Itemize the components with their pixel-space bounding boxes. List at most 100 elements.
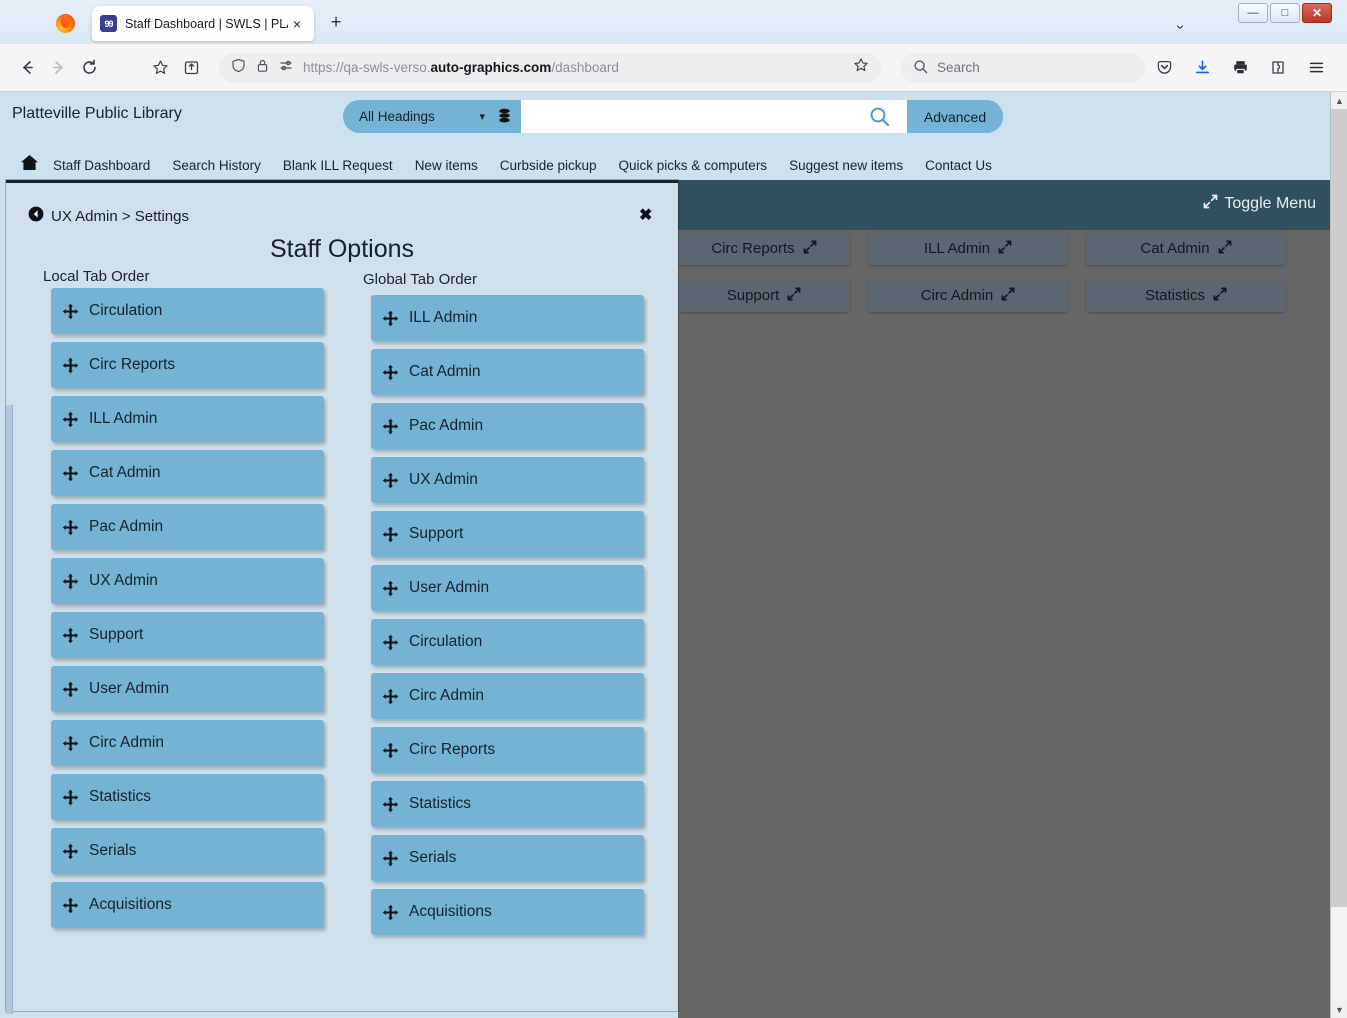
extensions-icon[interactable] xyxy=(1263,53,1293,83)
forward-arrow-icon[interactable] xyxy=(47,53,70,83)
drag-move-handle-icon[interactable] xyxy=(51,465,89,482)
home-icon[interactable] xyxy=(20,153,39,177)
drag-move-handle-icon[interactable] xyxy=(371,634,409,651)
drag-move-handle-icon[interactable] xyxy=(51,789,89,806)
dashboard-tab-button[interactable]: Support xyxy=(678,279,850,312)
url-bar[interactable]: https://qa-swls-verso.auto-graphics.com/… xyxy=(218,52,881,83)
local-tab-order-item[interactable]: Support xyxy=(51,612,324,658)
local-tab-order-item[interactable]: Acquisitions xyxy=(51,882,324,928)
dashboard-tab-button[interactable]: Cat Admin xyxy=(1086,232,1286,265)
drag-move-handle-icon[interactable] xyxy=(371,580,409,597)
print-icon[interactable] xyxy=(1225,53,1255,83)
global-tab-order-item[interactable]: Support xyxy=(371,511,644,557)
global-tab-order-item[interactable]: Pac Admin xyxy=(371,403,644,449)
dashboard-tab-button[interactable]: Circ Reports xyxy=(678,232,850,265)
database-icon[interactable] xyxy=(493,108,515,125)
window-close-button[interactable]: ✕ xyxy=(1302,3,1332,23)
drag-move-handle-icon[interactable] xyxy=(51,411,89,428)
bookmark-star-icon[interactable] xyxy=(149,53,172,83)
global-tab-order-item[interactable]: Cat Admin xyxy=(371,349,644,395)
shield-icon[interactable] xyxy=(231,58,246,78)
page-vertical-scrollbar[interactable]: ▲ ▼ xyxy=(1330,92,1347,1018)
drag-move-handle-icon[interactable] xyxy=(371,850,409,867)
nav-link-blank-ill-request[interactable]: Blank ILL Request xyxy=(283,158,393,173)
drag-move-handle-icon[interactable] xyxy=(51,573,89,590)
back-circle-icon[interactable] xyxy=(28,206,44,226)
local-tab-order-item[interactable]: UX Admin xyxy=(51,558,324,604)
global-tab-order-item[interactable]: Circ Admin xyxy=(371,673,644,719)
scroll-down-arrow-icon[interactable]: ▼ xyxy=(1331,1001,1347,1018)
local-tab-order-item[interactable]: Circ Admin xyxy=(51,720,324,766)
local-tab-order-item[interactable]: Circulation xyxy=(51,288,324,334)
local-tab-order-item[interactable]: Cat Admin xyxy=(51,450,324,496)
tab-close-icon[interactable]: × xyxy=(288,15,306,33)
global-tab-order-item[interactable]: ILL Admin xyxy=(371,295,644,341)
browser-search-field[interactable]: Search xyxy=(900,52,1145,83)
local-tab-order-item[interactable]: Circ Reports xyxy=(51,342,324,388)
tracking-protection-icon[interactable] xyxy=(279,58,294,78)
breadcrumb[interactable]: UX Admin > Settings xyxy=(28,206,189,226)
global-tab-order-item[interactable]: Serials xyxy=(371,835,644,881)
nav-link-staff-dashboard[interactable]: Staff Dashboard xyxy=(53,158,150,173)
drag-move-handle-icon[interactable] xyxy=(371,796,409,813)
local-tab-order-item[interactable]: ILL Admin xyxy=(51,396,324,442)
drag-move-handle-icon[interactable] xyxy=(51,357,89,374)
drag-move-handle-icon[interactable] xyxy=(51,843,89,860)
reload-icon[interactable] xyxy=(78,53,101,83)
drag-move-handle-icon[interactable] xyxy=(371,472,409,489)
drag-move-handle-icon[interactable] xyxy=(51,303,89,320)
dashboard-tab-button[interactable]: Statistics xyxy=(1086,279,1286,312)
browser-tab[interactable]: 99 Staff Dashboard | SWLS | PLATT × xyxy=(92,6,314,41)
global-tab-order-item[interactable]: Circ Reports xyxy=(371,727,644,773)
bookmark-page-star-icon[interactable] xyxy=(853,57,869,78)
search-submit-button[interactable] xyxy=(851,100,907,133)
local-tab-order-item[interactable]: Serials xyxy=(51,828,324,874)
search-input[interactable] xyxy=(521,100,851,133)
modal-close-icon[interactable]: ✖ xyxy=(639,205,652,225)
nav-link-suggest-new-items[interactable]: Suggest new items xyxy=(789,158,903,173)
dashboard-tab-button[interactable]: Circ Admin xyxy=(868,279,1068,312)
downloads-icon[interactable] xyxy=(1187,53,1217,83)
scrollbar-thumb[interactable] xyxy=(1331,109,1347,907)
lock-icon[interactable] xyxy=(255,58,270,78)
nav-link-new-items[interactable]: New items xyxy=(415,158,478,173)
back-arrow-icon[interactable] xyxy=(16,53,39,83)
scroll-up-arrow-icon[interactable]: ▲ xyxy=(1331,92,1347,109)
drag-move-handle-icon[interactable] xyxy=(371,526,409,543)
local-tab-order-item[interactable]: User Admin xyxy=(51,666,324,712)
drag-move-handle-icon[interactable] xyxy=(51,519,89,536)
global-tab-order-item[interactable]: Statistics xyxy=(371,781,644,827)
nav-link-curbside-pickup[interactable]: Curbside pickup xyxy=(500,158,597,173)
save-to-pocket-icon[interactable] xyxy=(180,53,203,83)
drag-move-handle-icon[interactable] xyxy=(371,904,409,921)
advanced-search-button[interactable]: Advanced xyxy=(907,100,1003,133)
drag-move-handle-icon[interactable] xyxy=(51,897,89,914)
drag-move-handle-icon[interactable] xyxy=(371,310,409,327)
search-scope-dropdown[interactable]: All Headings ▾ xyxy=(343,100,493,133)
drag-move-handle-icon[interactable] xyxy=(371,742,409,759)
toggle-menu-button[interactable]: Toggle Menu xyxy=(1203,194,1316,214)
drag-move-handle-icon[interactable] xyxy=(51,735,89,752)
global-tab-order-item[interactable]: User Admin xyxy=(371,565,644,611)
list-all-tabs-chevron-down-icon[interactable]: ⌄ xyxy=(1167,17,1193,35)
window-minimize-button[interactable]: — xyxy=(1238,3,1268,23)
global-tab-order-item[interactable]: UX Admin xyxy=(371,457,644,503)
drag-move-handle-icon[interactable] xyxy=(51,681,89,698)
drag-move-handle-icon[interactable] xyxy=(51,627,89,644)
drag-move-handle-icon[interactable] xyxy=(371,418,409,435)
scrollbar-track[interactable] xyxy=(1331,907,1347,1001)
drag-move-handle-icon[interactable] xyxy=(371,688,409,705)
pocket-save-icon[interactable] xyxy=(1149,53,1179,83)
window-maximize-button[interactable]: □ xyxy=(1270,3,1300,23)
global-tab-order-item[interactable]: Circulation xyxy=(371,619,644,665)
local-tab-order-item[interactable]: Statistics xyxy=(51,774,324,820)
drag-move-handle-icon[interactable] xyxy=(371,364,409,381)
modal-left-scroll-strip[interactable] xyxy=(6,405,13,1014)
nav-link-quick-picks-computers[interactable]: Quick picks & computers xyxy=(619,158,768,173)
dashboard-tab-button[interactable]: ILL Admin xyxy=(868,232,1068,265)
nav-link-contact-us[interactable]: Contact Us xyxy=(925,158,992,173)
new-tab-button[interactable]: + xyxy=(325,13,347,35)
global-tab-order-item[interactable]: Acquisitions xyxy=(371,889,644,935)
local-tab-order-item[interactable]: Pac Admin xyxy=(51,504,324,550)
app-menu-hamburger-icon[interactable] xyxy=(1301,53,1331,83)
